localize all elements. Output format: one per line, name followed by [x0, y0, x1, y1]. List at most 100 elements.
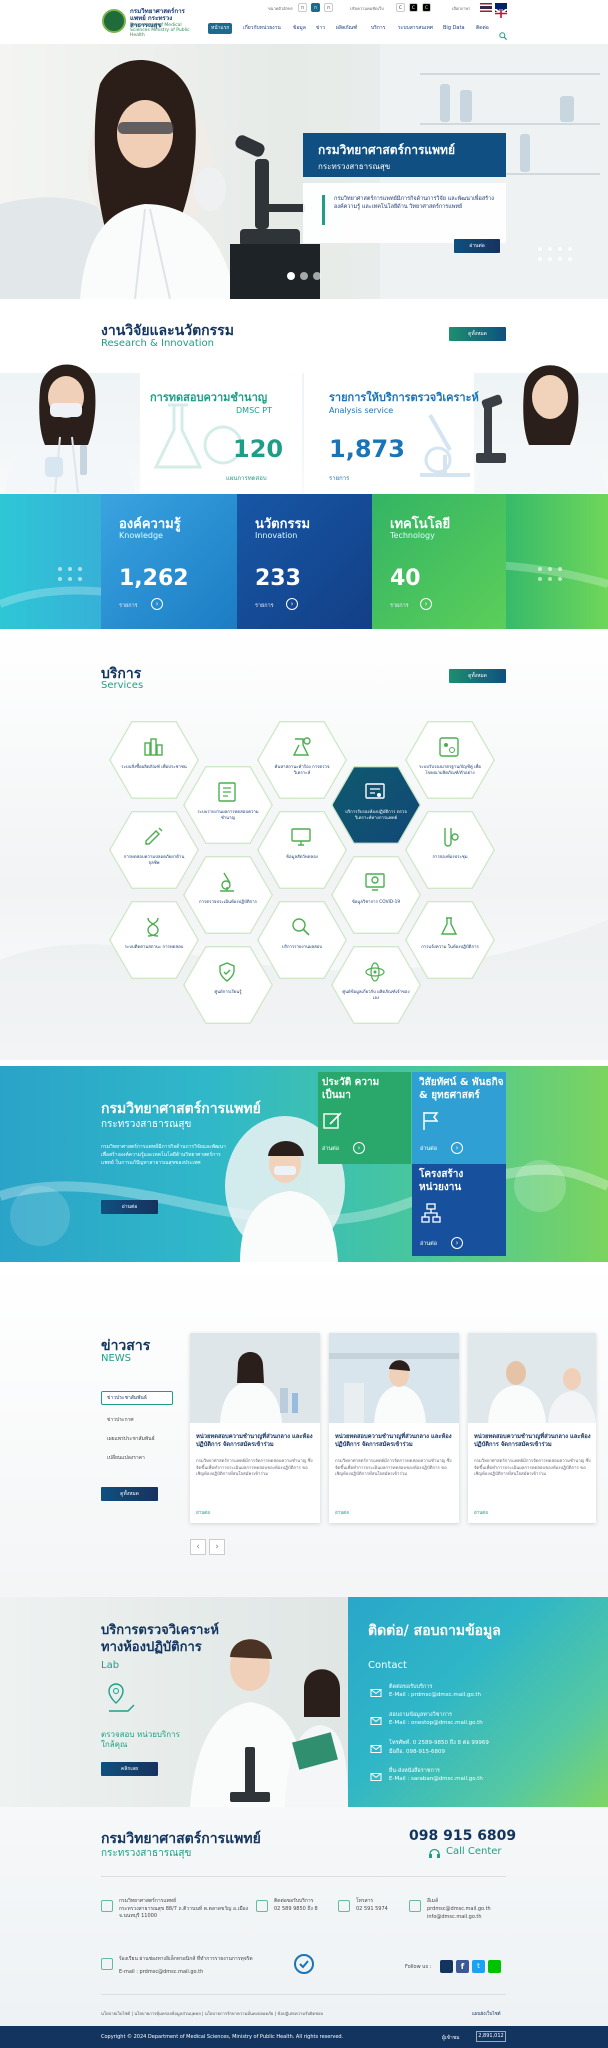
font-size-small-button[interactable]: ก — [298, 3, 307, 12]
arrow-right-icon[interactable]: › — [151, 598, 163, 610]
analysis-scientist-image — [474, 345, 608, 493]
news-title[interactable]: หน่วยทดสอบความชำนาญที่ส่วนกลาง และห้องปฏ… — [196, 1433, 314, 1449]
contact-value[interactable]: E-Mail : prdmsc@dmsc.mail.go.th — [389, 1692, 481, 1698]
accessibility-badge-icon[interactable] — [294, 1954, 314, 1974]
slide-dot[interactable] — [287, 272, 295, 280]
news-subtitle: NEWS — [101, 1353, 132, 1364]
footer-divider — [101, 1876, 506, 1877]
arrow-right-icon[interactable]: › — [451, 1237, 463, 1249]
visitor-counter: 2,891,012 — [476, 2031, 506, 2042]
contact-label: ติดต่อขอรับบริการ — [389, 1684, 433, 1690]
arrow-right-icon[interactable]: › — [353, 1142, 365, 1154]
news-prev-button[interactable]: ‹ — [190, 1539, 206, 1555]
nav-information-systems[interactable]: ระบบสารสนเทศ — [395, 23, 436, 34]
news-view-all-button[interactable]: ดูทั้งหมด — [101, 1487, 158, 1501]
analysis-unit: รายการ — [329, 475, 350, 482]
technology-value: 40 — [390, 566, 421, 591]
nav-info[interactable]: ข้อมูล — [290, 23, 309, 34]
history-more[interactable]: อ่านต่อ — [322, 1145, 339, 1153]
nav-big-data[interactable]: Big Data — [440, 23, 468, 34]
research-scientist-image — [0, 345, 140, 494]
nav-home[interactable]: หน้าแรก — [208, 23, 233, 34]
follow-label: Follow us : — [405, 1964, 432, 1970]
font-size-medium-button[interactable]: ก — [311, 3, 320, 12]
news-read-more[interactable]: อ่านต่อ — [474, 1509, 488, 1516]
news-description: กรมวิทยาศาสตร์การแพทย์มีการจัดการทดสอบคว… — [335, 1459, 452, 1477]
news-title[interactable]: หน่วยทดสอบความชำนาญที่ส่วนกลาง และห้องปฏ… — [335, 1433, 453, 1449]
hero-description: กรมวิทยาศาสตร์การแพทย์มีภารกิจด้านการวิจ… — [334, 196, 494, 210]
uk-flag-icon[interactable] — [494, 3, 508, 19]
contrast-yellow-button[interactable]: C — [422, 3, 431, 12]
news-card[interactable]: หน่วยทดสอบความชำนาญที่ส่วนกลาง และห้องปฏ… — [190, 1333, 320, 1523]
news-read-more[interactable]: อ่านต่อ — [335, 1509, 349, 1516]
lab-click-button[interactable]: คลิกเลย — [101, 1762, 158, 1776]
news-title[interactable]: หน่วยทดสอบความชำนาญที่ส่วนกลาง และห้องปฏ… — [474, 1433, 592, 1449]
nav-contact[interactable]: ติดต่อ — [473, 23, 492, 34]
fax-icon — [338, 1900, 350, 1912]
services-view-all-button[interactable]: ดูทั้งหมด — [449, 669, 506, 683]
sitemap-link[interactable]: แผนผังเว็บไซต์ — [472, 2010, 501, 2017]
hero-read-more-button[interactable]: อ่านต่อ — [454, 239, 500, 253]
slide-dot[interactable] — [313, 272, 321, 280]
nav-products[interactable]: ผลิตภัณฑ์ — [333, 23, 360, 34]
footer-phone[interactable]: 098 915 6809 — [409, 1828, 516, 1844]
contrast-normal-button[interactable]: C — [396, 3, 405, 12]
about-read-more-button[interactable]: อ่านต่อ — [101, 1200, 158, 1214]
about-subtitle: กระทรวงสาธารณสุข — [101, 1119, 192, 1130]
map-pin-icon — [104, 1681, 140, 1717]
address-text: กระทรวงสาธารณสุข 88/7 ถ.ติวานนท์ ต.ตลาดข… — [119, 1906, 249, 1919]
dmsc-logo-icon[interactable] — [102, 9, 126, 33]
news-card[interactable]: หน่วยทดสอบความชำนาญที่ส่วนกลาง และห้องปฏ… — [329, 1333, 459, 1523]
research-view-all-button[interactable]: ดูทั้งหมด — [449, 327, 506, 341]
analysis-value: 1,873 — [329, 435, 405, 463]
complaint-email[interactable]: E-mail : prdmsc@dmsc.mail.go.th — [119, 1969, 203, 1976]
news-image — [468, 1333, 596, 1423]
footer-org-subtitle: กระทรวงสาธารณสุข — [101, 1848, 192, 1859]
email-icon — [409, 1900, 421, 1912]
contact-value[interactable]: E-Mail : saraban@dmsc.mail.go.th — [389, 1776, 483, 1782]
news-tab-publish[interactable]: เผยแพร่ประชาสัมพันธ์ — [107, 1435, 155, 1443]
line-icon[interactable] — [488, 1960, 501, 1973]
building-social-icon[interactable] — [440, 1960, 453, 1973]
pt-value: 120 — [233, 435, 284, 463]
news-tab-announcement[interactable]: ข่าวประกาศ — [107, 1416, 134, 1424]
history-title: ประวัติ ความเป็นมา — [322, 1077, 380, 1101]
arrow-right-icon[interactable]: › — [286, 598, 298, 610]
structure-more[interactable]: อ่านต่อ — [420, 1240, 437, 1248]
slide-dot[interactable] — [300, 272, 308, 280]
news-tab-pr[interactable]: ข่าวประชาสัมพันธ์ — [101, 1391, 173, 1405]
nav-services[interactable]: บริการ — [368, 23, 388, 34]
facebook-icon[interactable]: f — [456, 1960, 469, 1973]
font-size-large-button[interactable]: ก — [324, 3, 333, 12]
thai-flag-icon[interactable] — [480, 3, 492, 12]
contact-value[interactable]: มือถือ. 098-915-6809 — [389, 1748, 445, 1756]
policy-links[interactable]: นโยบายเว็บไซต์ | นโยบายการคุ้มครองข้อมูล… — [101, 2010, 323, 2017]
org-chart-icon — [420, 1202, 442, 1224]
technology-subtitle: Technology — [390, 531, 435, 540]
services-wave-decor — [0, 880, 608, 1060]
email-secondary[interactable]: info@dmsc.mail.go.th — [427, 1914, 482, 1921]
address-label: กรมวิทยาศาสตร์การแพทย์ — [119, 1898, 177, 1904]
news-card[interactable]: หน่วยทดสอบความชำนาญที่ส่วนกลาง และห้องปฏ… — [468, 1333, 596, 1523]
info-phone[interactable]: 02 589 9850 ถึง 8 — [274, 1906, 318, 1913]
news-next-button[interactable]: › — [209, 1539, 225, 1555]
email-primary[interactable]: prdmsc@dmsc.mail.go.th — [427, 1906, 491, 1913]
knowledge-unit: รายการ — [119, 603, 138, 609]
arrow-right-icon[interactable]: › — [420, 598, 432, 610]
nav-news[interactable]: ข่าว — [313, 23, 328, 34]
fax-number: 02 591 5974 — [356, 1906, 388, 1912]
innovation-subtitle: Innovation — [255, 531, 298, 540]
search-icon[interactable] — [499, 25, 508, 41]
contrast-dark-button[interactable]: C — [409, 3, 418, 12]
twitter-icon[interactable]: t — [472, 1960, 485, 1973]
structure-title: โครงสร้าง หน่วยงาน — [419, 1169, 464, 1193]
font-size-label: ขนาดตัวอักษร — [268, 6, 293, 11]
news-tab-price[interactable]: เปลี่ยนแปลงราคา — [107, 1454, 145, 1462]
arrow-right-icon[interactable]: › — [451, 1142, 463, 1154]
nav-about[interactable]: เกี่ยวกับหน่วยงาน — [240, 23, 284, 34]
vision-more[interactable]: อ่านต่อ — [420, 1145, 437, 1153]
hero-description-panel — [303, 183, 506, 243]
contact-value[interactable]: E-Mail : onestop@dmsc.mail.go.th — [389, 1720, 483, 1726]
news-read-more[interactable]: อ่านต่อ — [196, 1509, 210, 1516]
vision-title: วิสัยทัศน์ & พันธกิจ & ยุทธศาสตร์ — [419, 1077, 504, 1101]
